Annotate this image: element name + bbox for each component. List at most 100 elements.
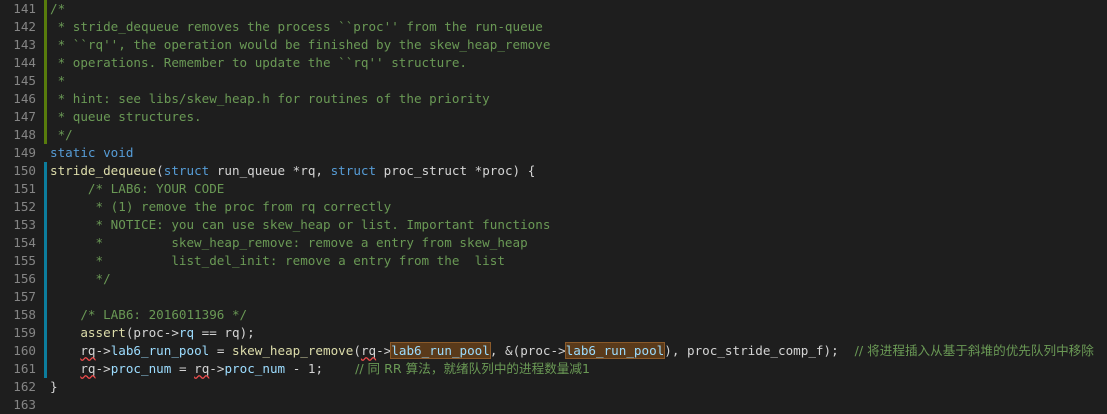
code-token: lab6_run_pool xyxy=(564,342,666,359)
code-line[interactable]: 151 /* LAB6: YOUR CODE xyxy=(0,180,1107,198)
code-comment: /* LAB6: 2016011396 */ xyxy=(50,307,248,322)
code-token: proc_num xyxy=(110,361,172,376)
code-text: * operations. Remember to update the ``r… xyxy=(50,54,467,72)
code-token: stride_dequeue xyxy=(50,163,157,178)
code-token: } xyxy=(50,379,58,394)
code-token: lab6_run_pool xyxy=(390,342,491,359)
code-comment: * (1) remove the proc from rq correctly xyxy=(50,199,392,214)
code-line[interactable]: 161 rq->proc_num = rq->proc_num - 1; // … xyxy=(0,360,1107,378)
code-line[interactable]: 163 xyxy=(0,396,1107,414)
code-line[interactable]: 152 * (1) remove the proc from rq correc… xyxy=(0,198,1107,216)
line-number: 163 xyxy=(13,397,36,412)
code-line[interactable]: 147 * queue structures. xyxy=(0,108,1107,126)
code-line[interactable]: 145 * xyxy=(0,72,1107,90)
line-number: 156 xyxy=(13,271,36,286)
code-comment: * ``rq'', the operation would be finishe… xyxy=(50,37,551,52)
code-editor[interactable]: 141 /* 142 * stride_dequeue removes the pr… xyxy=(0,0,1107,413)
line-number: 160 xyxy=(13,343,36,358)
git-added-marker xyxy=(44,54,47,72)
code-text: rq->lab6_run_pool = skew_heap_remove(rq-… xyxy=(50,342,1094,360)
code-token: -> xyxy=(95,343,111,358)
code-line[interactable]: 159 assert(proc->rq == rq); xyxy=(0,324,1107,342)
line-number: 159 xyxy=(13,325,36,340)
git-modified-marker xyxy=(44,198,47,216)
code-line[interactable]: 156 */ xyxy=(0,270,1107,288)
code-text: */ xyxy=(50,270,110,288)
code-token: rq xyxy=(80,361,96,376)
code-text: stride_dequeue(struct run_queue *rq, str… xyxy=(50,162,535,180)
code-comment: * queue structures. xyxy=(50,109,202,124)
git-modified-marker xyxy=(44,252,47,270)
code-line[interactable]: 153 * NOTICE: you can use skew_heap or l… xyxy=(0,216,1107,234)
git-added-marker xyxy=(44,108,47,126)
code-token: ), proc_stride_comp_f); xyxy=(664,343,839,358)
code-token: - 1; xyxy=(285,361,324,376)
git-added-marker xyxy=(44,126,47,144)
code-line[interactable]: 162} xyxy=(0,378,1107,396)
code-token: , &(proc-> xyxy=(489,343,566,358)
code-comment: * list_del_init: remove a entry from the… xyxy=(50,253,505,268)
line-number: 153 xyxy=(13,217,36,232)
code-line[interactable]: 155 * list_del_init: remove a entry from… xyxy=(0,252,1107,270)
code-line[interactable]: 158 /* LAB6: 2016011396 */ xyxy=(0,306,1107,324)
code-line[interactable]: 142 * stride_dequeue removes the process… xyxy=(0,18,1107,36)
code-token: -> xyxy=(376,343,392,358)
code-comment: /* xyxy=(50,1,66,16)
code-comment: /* LAB6: YOUR CODE xyxy=(50,181,225,196)
code-line[interactable]: 160 rq->lab6_run_pool = skew_heap_remove… xyxy=(0,342,1107,360)
code-token: -> xyxy=(209,361,225,376)
code-line[interactable]: 143 * ``rq'', the operation would be fin… xyxy=(0,36,1107,54)
code-line[interactable]: 150 stride_dequeue(struct run_queue *rq, … xyxy=(0,162,1107,180)
line-number: 143 xyxy=(13,37,36,52)
code-line[interactable]: 141 /* xyxy=(0,0,1107,18)
code-text: */ xyxy=(50,126,73,144)
code-text: * hint: see libs/skew_heap.h for routine… xyxy=(50,90,490,108)
code-comment: * skew_heap_remove: remove a entry from … xyxy=(50,235,528,250)
code-token: struct xyxy=(163,163,210,178)
line-number: 157 xyxy=(13,289,36,304)
line-number: 162 xyxy=(13,379,36,394)
code-token: skew_heap_remove xyxy=(232,343,354,358)
code-token: rq xyxy=(178,325,195,340)
code-line[interactable]: 148 */ xyxy=(0,126,1107,144)
line-number: 158 xyxy=(13,307,36,322)
git-modified-marker xyxy=(44,180,47,198)
git-added-marker xyxy=(44,18,47,36)
code-line[interactable]: 146 * hint: see libs/skew_heap.h for rou… xyxy=(0,90,1107,108)
git-modified-marker xyxy=(44,162,47,180)
git-added-marker xyxy=(44,90,47,108)
code-text: * (1) remove the proc from rq correctly xyxy=(50,198,391,216)
line-number: 150 xyxy=(13,163,36,178)
code-line[interactable]: 154 * skew_heap_remove: remove a entry f… xyxy=(0,234,1107,252)
git-modified-marker xyxy=(44,324,47,342)
code-token: = xyxy=(171,361,195,376)
code-text: * queue structures. xyxy=(50,108,202,126)
code-text: rq->proc_num = rq->proc_num - 1; // 同 RR… xyxy=(50,360,590,378)
code-text: * ``rq'', the operation would be finishe… xyxy=(50,36,551,54)
code-text: } xyxy=(50,378,58,396)
code-comment: * stride_dequeue removes the process ``p… xyxy=(50,19,543,34)
code-token: ( xyxy=(353,343,361,358)
code-line[interactable]: 149 static void xyxy=(0,144,1107,162)
code-text: * xyxy=(50,72,66,90)
git-modified-marker xyxy=(44,216,47,234)
line-number: 147 xyxy=(13,109,36,124)
git-modified-marker xyxy=(44,288,47,306)
line-number: 148 xyxy=(13,127,36,142)
code-token: (proc-> xyxy=(125,325,179,340)
code-line[interactable]: 157 xyxy=(0,288,1107,306)
line-number: 149 xyxy=(13,145,36,160)
git-added-marker xyxy=(44,36,47,54)
code-line[interactable]: 144 * operations. Remember to update the… xyxy=(0,54,1107,72)
code-token: run_queue *rq, xyxy=(209,163,331,178)
code-token: ( xyxy=(156,163,164,178)
code-token: -> xyxy=(95,361,111,376)
line-number: 152 xyxy=(13,199,36,214)
code-token: proc_num xyxy=(224,361,286,376)
code-token: rq xyxy=(80,343,96,358)
line-number: 151 xyxy=(13,181,36,196)
line-number: 141 xyxy=(13,1,36,16)
code-text: * stride_dequeue removes the process ``p… xyxy=(50,18,543,36)
code-comment: * hint: see libs/skew_heap.h for routine… xyxy=(50,91,490,106)
